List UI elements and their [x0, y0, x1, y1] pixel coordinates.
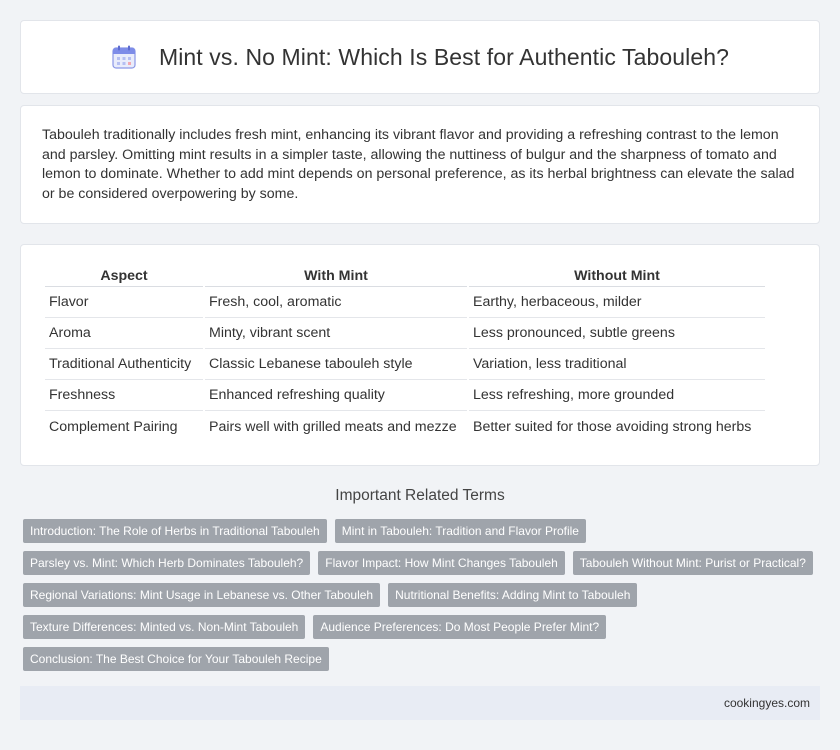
table-cell: Aroma	[45, 318, 203, 349]
header-with-mint: With Mint	[205, 265, 467, 287]
table-cell: Fresh, cool, aromatic	[205, 287, 467, 318]
table-cell: Pairs well with grilled meats and mezze	[209, 418, 457, 435]
table-cell: Better suited for those avoiding strong …	[473, 418, 752, 435]
related-term-link[interactable]: Introduction: The Role of Herbs in Tradi…	[23, 519, 327, 543]
table-row: Flavor Fresh, cool, aromatic Earthy, her…	[45, 287, 765, 318]
related-term-link[interactable]: Parsley vs. Mint: Which Herb Dominates T…	[23, 551, 311, 575]
footer: cookingyes.com	[20, 686, 820, 720]
related-terms-title: Important Related Terms	[335, 487, 505, 504]
table-cell: Earthy, herbaceous, milder	[469, 287, 765, 318]
table-row: Traditional Authenticity Classic Lebanes…	[45, 349, 765, 380]
table-cell: Enhanced refreshing quality	[205, 380, 467, 411]
page: Mint vs. No Mint: Which Is Best for Auth…	[0, 0, 840, 750]
comparison-table: Aspect With Mint Without Mint Flavor Fre…	[43, 265, 767, 442]
tag-row: Conclusion: The Best Choice for Your Tab…	[23, 647, 823, 671]
related-term-link[interactable]: Tabouleh Without Mint: Purist or Practic…	[572, 551, 813, 575]
table-row: Aroma Minty, vibrant scent Less pronounc…	[45, 318, 765, 349]
title-card: Mint vs. No Mint: Which Is Best for Auth…	[20, 20, 820, 94]
page-title: Mint vs. No Mint: Which Is Best for Auth…	[158, 43, 730, 70]
related-term-link[interactable]: Texture Differences: Minted vs. Non-Mint…	[23, 615, 306, 639]
header-without-mint: Without Mint	[469, 265, 765, 287]
table-cell: Classic Lebanese tabouleh style	[205, 349, 467, 380]
table-cell: Less pronounced, subtle greens	[469, 318, 765, 349]
related-term-link[interactable]: Flavor Impact: How Mint Changes Tabouleh	[318, 551, 565, 575]
table-cell: Traditional Authenticity	[45, 349, 203, 380]
related-terms-list: Introduction: The Role of Herbs in Tradi…	[23, 519, 823, 679]
related-term-link[interactable]: Audience Preferences: Do Most People Pre…	[313, 615, 607, 639]
table-cell: Variation, less traditional	[469, 349, 765, 380]
intro-text: Tabouleh traditionally includes fresh mi…	[42, 127, 795, 202]
footer-site-name: cookingyes.com	[723, 696, 810, 710]
table-cell: Less refreshing, more grounded	[469, 380, 765, 411]
table-row: Freshness Enhanced refreshing quality Le…	[45, 380, 765, 411]
table-row: Complement Pairing Pairs well with grill…	[45, 411, 765, 442]
tag-row: Regional Variations: Mint Usage in Leban…	[23, 583, 823, 607]
related-term-link[interactable]: Nutritional Benefits: Adding Mint to Tab…	[388, 583, 638, 607]
table-cell: Complement Pairing	[49, 418, 178, 435]
table-cell: Minty, vibrant scent	[205, 318, 467, 349]
table-header-row: Aspect With Mint Without Mint	[45, 265, 765, 287]
calendar-icon	[112, 45, 136, 69]
tag-row: Texture Differences: Minted vs. Non-Mint…	[23, 615, 823, 639]
table-cell: Flavor	[45, 287, 203, 318]
table-cell: Freshness	[45, 380, 203, 411]
header-aspect: Aspect	[45, 265, 203, 287]
intro-card: Tabouleh traditionally includes fresh mi…	[20, 105, 820, 224]
tag-row: Introduction: The Role of Herbs in Tradi…	[23, 519, 823, 543]
related-term-link[interactable]: Mint in Tabouleh: Tradition and Flavor P…	[334, 519, 586, 543]
related-term-link[interactable]: Conclusion: The Best Choice for Your Tab…	[23, 647, 329, 671]
tag-row: Parsley vs. Mint: Which Herb Dominates T…	[23, 551, 823, 575]
related-term-link[interactable]: Regional Variations: Mint Usage in Leban…	[23, 583, 381, 607]
comparison-table-card: Aspect With Mint Without Mint Flavor Fre…	[20, 244, 820, 466]
